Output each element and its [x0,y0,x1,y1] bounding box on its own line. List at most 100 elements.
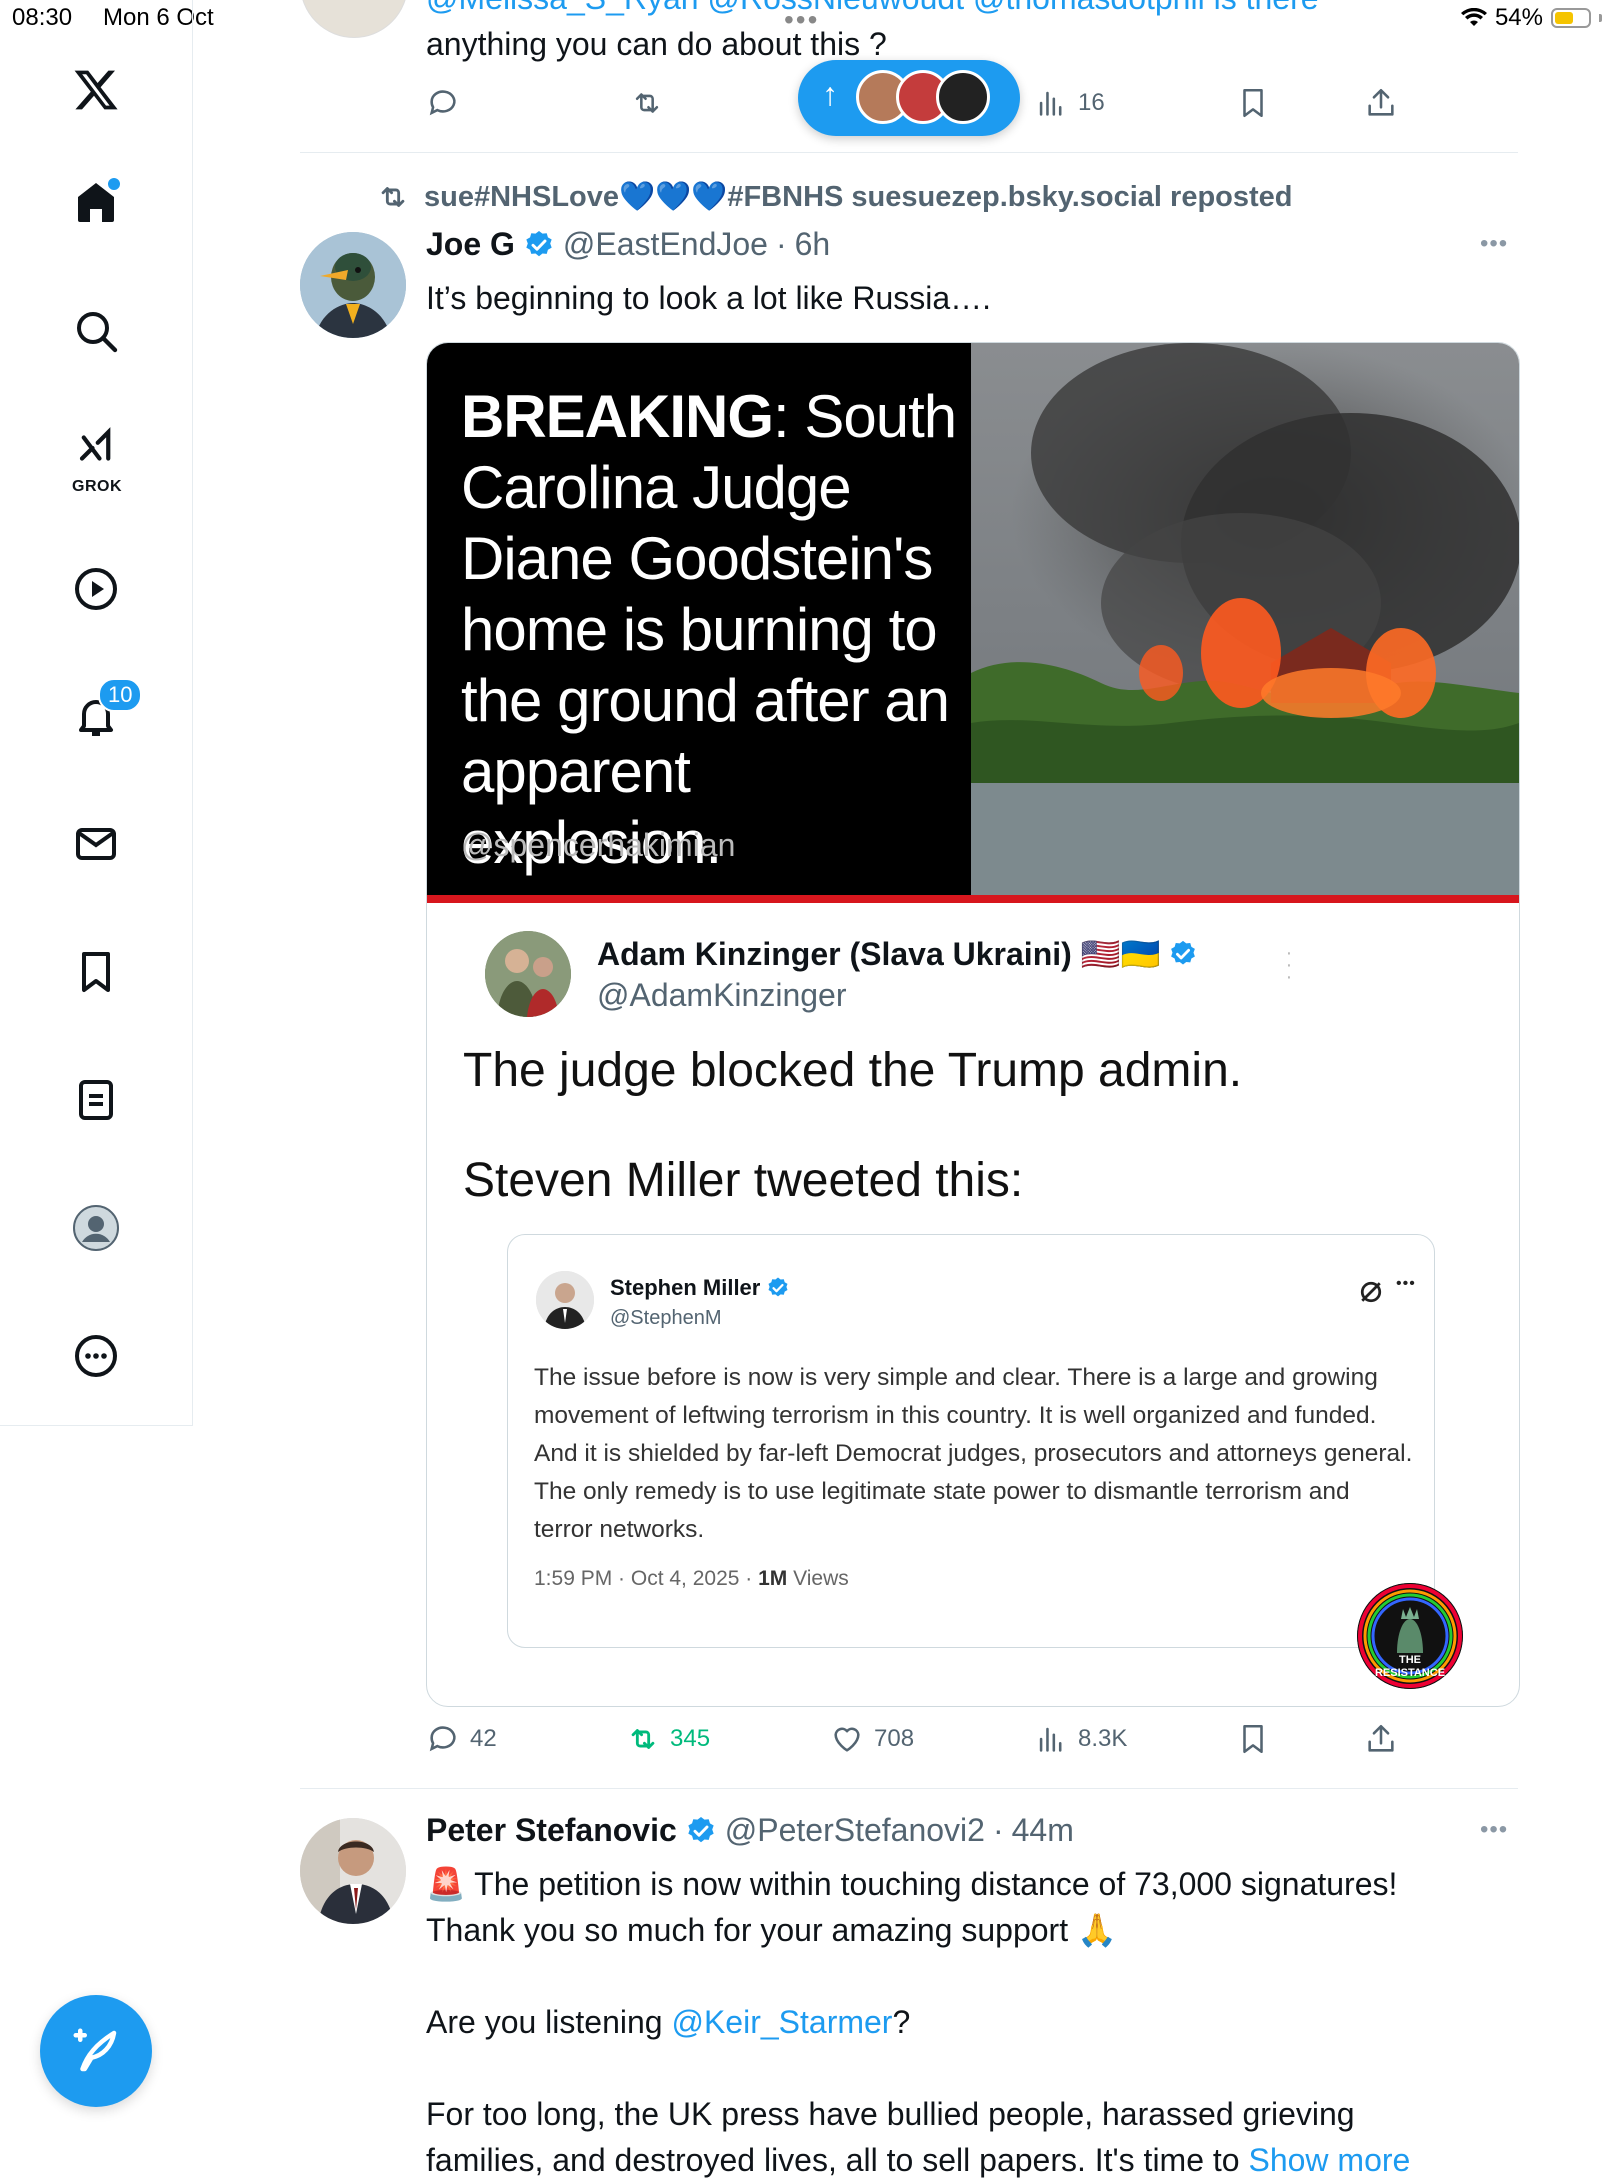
post-text: It’s beginning to look a lot like Russia… [426,280,992,316]
prev-tweet-mentions[interactable]: @Melissa_S_Ryan @RossNieuwoudt @thomasdo… [426,0,1319,18]
miller-header: Stephen Miller [610,1275,790,1301]
post-media-image[interactable]: BREAKING: South Carolina Judge Diane Goo… [426,342,1520,1707]
post-more-icon[interactable]: ••• [1480,1816,1508,1844]
share-icon [1368,88,1394,116]
home-icon[interactable] [60,166,132,238]
stefanovic-photo [300,1818,406,1924]
compose-post-button[interactable] [40,1995,152,2107]
stefanovic-line-3: Are you listening @Keir_Starmer? [426,2002,910,2042]
quoted-line-1: The judge blocked the Trump admin. [463,1044,1243,1097]
post-time[interactable]: 44m [1012,1812,1074,1849]
new-post-avatar-3 [936,70,990,124]
show-more-link[interactable]: Show more [1248,2142,1410,2178]
video-play-icon[interactable] [60,553,132,625]
home-unread-dot [106,176,122,192]
post-more-icon[interactable]: ••• [1480,230,1508,258]
inner-more-icon: ••• [1396,1275,1416,1292]
quoted-author-name: Adam Kinzinger (Slava Ukraini) 🇺🇸🇺🇦 [597,936,1161,972]
prev-views-button[interactable]: 16 [1034,86,1105,120]
author-name[interactable]: Peter Stefanovic [426,1812,677,1849]
repost-button[interactable]: 345 [626,1722,710,1756]
bookmark-icon [1243,1724,1263,1754]
breaking-news-panel: BREAKING: South Carolina Judge Diane Goo… [427,343,971,895]
breaking-headline-rest: : South Carolina Judge Diane Goodstein's… [461,383,957,876]
joe-g-avatar[interactable] [300,232,406,338]
miller-photo [536,1271,594,1329]
house-fire-photo [971,343,1519,895]
miller-meta-views: 1M [758,1567,788,1590]
miller-avatar [536,1271,594,1329]
line3-pre: Are you listening [426,2004,672,2040]
repost-icon [631,1729,655,1749]
more-options-icon[interactable] [60,1320,132,1392]
stefanovic-line-5: families, and destroyed lives, all to se… [426,2140,1410,2180]
grok-icon[interactable] [60,416,132,480]
stefanovic-avatar[interactable] [300,1818,406,1924]
prev-share-button[interactable] [1364,86,1398,120]
x-logo-icon[interactable] [60,54,132,126]
stefanovic-line-1: 🚨 The petition is now within touching di… [426,1866,1398,1902]
battery-percent: 54% [1494,4,1543,31]
repost-count: 345 [670,1725,711,1752]
wifi-icon [1460,8,1487,26]
bookmark-icon [1243,88,1263,118]
resistance-logo: THE RESISTANCE [1357,1583,1463,1689]
kinzinger-avatar [485,931,571,1017]
bookmarks-icon[interactable] [60,936,132,1008]
repost-icon [381,187,405,207]
miller-handle: @StephenM [610,1307,722,1329]
reply-button[interactable]: 42 [426,1722,497,1756]
feed-divider [300,152,1518,153]
share-button[interactable] [1364,1722,1398,1756]
prev-repost-button[interactable] [630,86,664,120]
prev-bookmark-button[interactable] [1236,86,1270,120]
kinzinger-name: Adam Kinzinger (Slava Ukraini) 🇺🇸🇺🇦 [597,935,1198,973]
verified-badge-icon [1171,940,1196,965]
prev-tweet-avatar[interactable] [300,0,408,38]
grok-label: GROK [72,478,122,495]
breaking-label: BREAKING [461,383,774,450]
repost-context[interactable]: sue#NHSLove💙💙💙#FBNHS suesuezep.bsky.soci… [376,180,1293,214]
author-handle[interactable]: @PeterStefanovi2 [725,1812,985,1849]
reply-count: 42 [470,1725,497,1752]
author-name[interactable]: Joe G [426,226,515,263]
keir-starmer-mention-link[interactable]: @Keir_Starmer [671,2004,892,2040]
bookmark-button[interactable] [1236,1722,1270,1756]
prev-reply-button[interactable] [426,86,460,120]
lists-icon[interactable] [60,1064,132,1136]
repost-by: sue#NHSLove💙💙💙#FBNHS suesuezep.bsky.soci… [424,181,1293,213]
stefanovic-line-4: For too long, the UK press have bullied … [426,2096,1355,2132]
line5-pre: families, and destroyed lives, all to se… [426,2142,1249,2178]
like-button[interactable]: 708 [830,1722,914,1756]
notifications-badge: 10 [98,678,143,712]
profile-avatar-icon[interactable] [60,1192,132,1264]
views-chart-icon [1039,1727,1062,1752]
duck-avatar-image [300,232,406,338]
views-button[interactable]: 8.3K [1034,1722,1127,1756]
messages-envelope-icon[interactable] [60,808,132,880]
sidebar: GROK 10 [0,0,193,1426]
verified-badge-icon [768,1277,788,1297]
notifications-bell-icon[interactable]: 10 [60,678,143,752]
new-posts-pill[interactable]: ↑ [798,60,1020,136]
miller-name: Stephen Miller [610,1275,761,1300]
header-sep: · [775,226,787,262]
stefanovic-line-2: Thank you so much for your amazing suppo… [426,1912,1117,1948]
prev-views-count: 16 [1078,89,1105,116]
resistance-text-1: THE [1399,1654,1421,1666]
grok-slash-icon [1360,1281,1382,1303]
miller-meta-views-label: Views [787,1567,849,1590]
joe-g-header: Joe G @EastEndJoe · 6h [426,226,830,263]
share-icon [1368,1724,1394,1752]
views-chart-icon [1039,91,1062,116]
verified-badge-icon [688,1816,714,1842]
image-divider [427,895,1519,903]
header-sep: · [992,1812,1004,1848]
image-credit-handle: @spencerhakimian [461,827,736,863]
author-handle[interactable]: @EastEndJoe [563,226,768,263]
post-time[interactable]: 6h [795,226,831,263]
like-count: 708 [874,1725,915,1752]
kinzinger-photo [485,931,571,1017]
line3-post: ? [892,2004,911,2040]
search-icon[interactable] [60,295,132,367]
